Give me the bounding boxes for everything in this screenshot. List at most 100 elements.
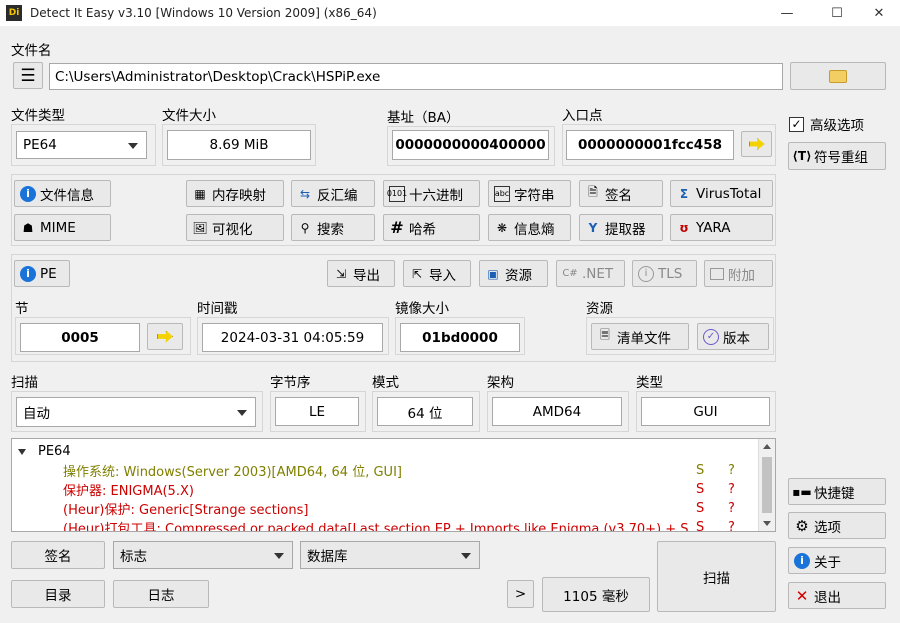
result-row[interactable]: (Heur)保护: Generic[Strange sections] S? (12, 499, 757, 518)
hash-button[interactable]: # 哈希 (383, 214, 480, 241)
checkbox-icon[interactable]: ✓ (789, 116, 804, 132)
tree-root[interactable]: PE64 (18, 442, 71, 461)
options-button[interactable]: ⚙ 选项 (788, 512, 886, 539)
entry-point-follow-button[interactable] (741, 131, 772, 157)
result-signature-link[interactable]: S (696, 501, 704, 516)
virustotal-icon: Σ (679, 186, 689, 201)
directory-button[interactable]: 目录 (11, 580, 105, 608)
memory-map-button[interactable]: ▦ 内存映射 (186, 180, 284, 207)
scroll-up-icon[interactable] (763, 444, 771, 449)
file-info-label: 文件信息 (40, 187, 94, 204)
mode-label: 模式 (372, 375, 399, 391)
result-row[interactable]: (Heur)打包工具: Compressed or packed data[La… (12, 518, 757, 531)
search-button[interactable]: ⚲ 搜索 (291, 214, 375, 241)
hex-button[interactable]: 0101 十六进制 (383, 180, 480, 207)
arch-value: AMD64 (492, 397, 622, 426)
manifest-icon: 🗏 (600, 328, 610, 342)
sections-follow-button[interactable] (147, 323, 183, 350)
endian-label: 字节序 (270, 375, 311, 391)
result-row[interactable]: 保护器: ENIGMA(5.X) S? (12, 480, 757, 499)
minimize-button[interactable]: — (764, 0, 810, 26)
result-signature-link[interactable]: S (696, 520, 704, 531)
signatures-button[interactable]: 签名 (11, 541, 105, 569)
file-info-button[interactable]: i 文件信息 (14, 180, 111, 207)
close-button[interactable]: ✕ (856, 0, 900, 26)
arrow-right-icon (157, 330, 173, 343)
result-help-link[interactable]: ? (728, 482, 735, 497)
exit-button[interactable]: ✕ 退出 (788, 582, 886, 609)
demangle-button[interactable]: ⟨T⟩ 符号重组 (788, 142, 886, 170)
mime-button[interactable]: ☗ MIME (14, 214, 111, 241)
tls-button[interactable]: i TLS (632, 260, 697, 287)
sections-label: 节 (15, 301, 29, 317)
result-help-link[interactable]: ? (728, 520, 735, 531)
mode-value: 64 位 (377, 397, 473, 426)
signature-button[interactable]: 🗎 签名 (579, 180, 663, 207)
overlay-button[interactable]: 附加 (704, 260, 773, 287)
result-signature-link[interactable]: S (696, 463, 704, 478)
results-tree[interactable]: PE64 操作系统: Windows(Server 2003)[AMD64, 6… (11, 438, 776, 532)
visualization-button[interactable]: 🖼 可视化 (186, 214, 284, 241)
yara-button[interactable]: ʊ YARA (670, 214, 773, 241)
result-text: 操作系统: Windows(Server 2003)[AMD64, 64 位, … (63, 461, 688, 480)
file-type-select[interactable]: PE64 (16, 131, 147, 159)
export-button[interactable]: ⇲ 导出 (327, 260, 395, 287)
overlay-label: 附加 (728, 267, 755, 284)
scan-button[interactable]: 扫描 (657, 541, 776, 612)
yara-label: YARA (696, 219, 731, 236)
disasm-button[interactable]: ⇆ 反汇编 (291, 180, 375, 207)
export-icon: ⇲ (335, 266, 347, 281)
maximize-button[interactable]: ☐ (814, 0, 860, 26)
import-button[interactable]: ⇱ 导入 (403, 260, 471, 287)
scroll-down-icon[interactable] (763, 521, 771, 526)
folder-icon (829, 69, 847, 83)
export-label: 导出 (353, 267, 380, 284)
file-path-input[interactable]: C:\Users\Administrator\Desktop\Crack\HSP… (49, 63, 783, 90)
strings-button[interactable]: abc 字符串 (488, 180, 571, 207)
entry-point-value[interactable]: 0000000001fcc458 (566, 130, 734, 160)
scrollbar[interactable] (758, 439, 775, 531)
disasm-label: 反汇编 (317, 187, 358, 204)
expand-arrow-icon[interactable] (18, 448, 26, 455)
resources-button[interactable]: ▣ 资源 (479, 260, 548, 287)
type-label: 类型 (636, 375, 663, 391)
info-outline-icon: i (638, 265, 654, 282)
advanced-option[interactable]: ✓ 高级选项 (789, 114, 864, 134)
version-button[interactable]: ✓ 版本 (697, 323, 769, 350)
manifest-button[interactable]: 🗏 清单文件 (591, 323, 689, 350)
result-signature-link[interactable]: S (696, 482, 704, 497)
image-size-value: 01bd0000 (400, 323, 520, 352)
open-file-button[interactable] (790, 62, 886, 90)
result-help-link[interactable]: ? (728, 501, 735, 516)
base-address-value[interactable]: 0000000000400000 (392, 130, 549, 160)
result-value: Windows(Server 2003)[AMD64, 64 位, GUI] (123, 465, 402, 480)
log-button[interactable]: 日志 (113, 580, 209, 608)
entropy-button[interactable]: ❋ 信息熵 (488, 214, 571, 241)
manifest-label: 清单文件 (617, 330, 671, 347)
base-address-label: 基址（BA） (387, 110, 460, 126)
check-circle-icon: ✓ (703, 328, 719, 345)
entry-point-label: 入口点 (562, 108, 603, 124)
scrollbar-thumb[interactable] (762, 457, 772, 513)
database-select[interactable]: 数据库 (300, 541, 480, 569)
extractor-button[interactable]: Y 提取器 (579, 214, 663, 241)
flags-select[interactable]: 标志 (113, 541, 293, 569)
memory-icon: ▦ (194, 186, 206, 201)
scan-mode-select[interactable]: 自动 (16, 397, 256, 427)
pe-button[interactable]: i PE (14, 260, 70, 287)
result-row[interactable]: 操作系统: Windows(Server 2003)[AMD64, 64 位, … (12, 461, 757, 480)
virustotal-button[interactable]: Σ VirusTotal (670, 180, 773, 207)
strings-label: 字符串 (514, 187, 555, 204)
gear-icon: ⚙ (795, 516, 809, 535)
list-icon: ☰ (20, 65, 36, 86)
about-button[interactable]: i 关于 (788, 547, 886, 574)
net-button[interactable]: C# .NET (556, 260, 625, 287)
resources-icon: ▣ (487, 266, 499, 281)
shortcuts-button[interactable]: ▪▬ 快捷键 (788, 478, 886, 505)
hex-label: 十六进制 (409, 187, 463, 204)
exit-label: 退出 (814, 589, 841, 606)
resources-label: 资源 (505, 267, 532, 284)
more-button[interactable]: > (507, 580, 534, 608)
result-help-link[interactable]: ? (728, 463, 735, 478)
file-menu-button[interactable]: ☰ (13, 62, 43, 89)
